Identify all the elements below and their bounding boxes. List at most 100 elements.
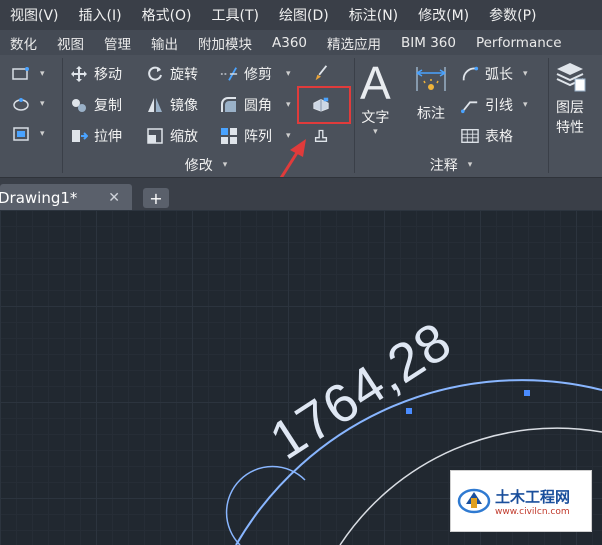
table-icon bbox=[461, 127, 479, 145]
document-tab-bar: Drawing1* ✕ + bbox=[0, 177, 602, 211]
array-icon bbox=[220, 127, 238, 145]
text-a-icon: A bbox=[360, 57, 391, 109]
dropdown-caret-icon: ▾ bbox=[286, 100, 291, 110]
copy-label: 复制 bbox=[94, 98, 122, 114]
dropdown-caret-icon: ▾ bbox=[286, 131, 291, 141]
grip-point[interactable] bbox=[524, 390, 530, 396]
annotation-panel-title: 注释 bbox=[429, 158, 458, 174]
watermark-title: 土木工程网 bbox=[495, 487, 571, 506]
scale-label: 缩放 bbox=[170, 129, 198, 145]
trim-label: 修剪 bbox=[244, 67, 272, 83]
menu-parametric[interactable]: 参数(P) bbox=[479, 5, 546, 25]
tab-featured-apps[interactable]: 精选应用 bbox=[317, 33, 391, 53]
tab-view[interactable]: 视图 bbox=[47, 33, 94, 53]
layer-label-line1: 图层 bbox=[556, 100, 584, 116]
tab-bim360[interactable]: BIM 360 bbox=[391, 35, 466, 51]
menu-view[interactable]: 视图(V) bbox=[0, 5, 69, 25]
mirror-button[interactable]: 镜像 bbox=[146, 95, 198, 115]
leader-label: 引线 bbox=[485, 98, 513, 114]
array-button[interactable]: 阵列 ▾ bbox=[220, 126, 291, 146]
rotate-icon bbox=[146, 65, 164, 83]
dropdown-caret-icon: ▾ bbox=[286, 69, 291, 79]
text-button[interactable]: A 文字 ▾ bbox=[360, 59, 391, 137]
modify-panel-footer[interactable]: 修改 ▾ bbox=[66, 154, 346, 176]
dimension-icon bbox=[414, 63, 448, 103]
panel-separator bbox=[62, 58, 63, 173]
grip-point[interactable] bbox=[406, 408, 412, 414]
menu-modify[interactable]: 修改(M) bbox=[408, 5, 479, 25]
rectangle-tool-icon bbox=[12, 65, 30, 83]
menu-bar: 视图(V) 插入(I) 格式(O) 工具(T) 绘图(D) 标注(N) 修改(M… bbox=[0, 0, 602, 31]
new-tab-button[interactable]: + bbox=[143, 188, 169, 208]
scale-button[interactable]: 缩放 bbox=[146, 126, 198, 146]
menu-insert[interactable]: 插入(I) bbox=[69, 5, 132, 25]
trim-button[interactable]: 修剪 ▾ bbox=[220, 64, 291, 84]
menu-draw[interactable]: 绘图(D) bbox=[269, 5, 339, 25]
menu-format[interactable]: 格式(O) bbox=[132, 5, 202, 25]
dropdown-caret-icon: ▾ bbox=[373, 127, 378, 137]
arc-length-button[interactable]: 弧长 ▾ bbox=[461, 64, 528, 84]
fillet-icon bbox=[220, 96, 238, 114]
menu-tools[interactable]: 工具(T) bbox=[202, 5, 269, 25]
tab-addins[interactable]: 附加模块 bbox=[188, 33, 262, 53]
region-tool-icon bbox=[12, 125, 30, 143]
stretch-label: 拉伸 bbox=[94, 129, 122, 145]
annotation-panel-footer[interactable]: 注释 ▾ bbox=[356, 154, 546, 176]
stretch-icon bbox=[70, 127, 88, 145]
offset-icon bbox=[312, 126, 330, 144]
panel-separator bbox=[354, 58, 355, 173]
tab-parametric[interactable]: 数化 bbox=[0, 33, 47, 53]
copy-icon bbox=[70, 96, 88, 114]
dropdown-caret-icon: ▾ bbox=[523, 100, 528, 110]
dimension-button[interactable]: 标注 bbox=[414, 63, 448, 123]
tab-performance[interactable]: Performance bbox=[466, 35, 572, 51]
tab-drawing1[interactable]: Drawing1* ✕ bbox=[0, 184, 132, 211]
panel-separator bbox=[548, 58, 549, 173]
arc-length-icon bbox=[461, 65, 479, 83]
highlight-box bbox=[297, 86, 351, 124]
tab-manage[interactable]: 管理 bbox=[94, 33, 141, 53]
table-label: 表格 bbox=[485, 129, 513, 145]
array-label: 阵列 bbox=[244, 129, 272, 145]
dropdown-caret-icon: ▾ bbox=[40, 129, 45, 139]
mirror-label: 镜像 bbox=[170, 98, 198, 114]
watermark-url: www.civilcn.com bbox=[495, 506, 570, 517]
text-label: 文字 bbox=[361, 110, 390, 126]
arc-length-label: 弧长 bbox=[485, 67, 513, 83]
fillet-button[interactable]: 圆角 ▾ bbox=[220, 95, 291, 115]
copy-button[interactable]: 复制 bbox=[70, 95, 122, 115]
dropdown-caret-icon: ▾ bbox=[40, 99, 45, 109]
mirror-icon bbox=[146, 96, 164, 114]
close-icon[interactable]: ✕ bbox=[108, 190, 120, 206]
move-button[interactable]: 移动 bbox=[70, 64, 122, 84]
ribbon: ▾ ▾ ▾ 移动 旋转 修剪 ▾ 复制 镜像 圆角 ▾ 拉伸 缩放 阵列 ▾ 修… bbox=[0, 55, 602, 177]
watermark-logo: 土木工程网 www.civilcn.com bbox=[450, 470, 592, 532]
layer-stack-icon bbox=[553, 59, 587, 97]
erase-button[interactable] bbox=[312, 64, 336, 82]
arc-small bbox=[225, 465, 306, 545]
civil-logo-icon bbox=[457, 488, 491, 514]
menu-dimension[interactable]: 标注(N) bbox=[339, 5, 408, 25]
draw-tool-2[interactable]: ▾ bbox=[12, 95, 45, 113]
move-label: 移动 bbox=[94, 67, 122, 83]
ribbon-tab-bar: 数化 视图 管理 输出 附加模块 A360 精选应用 BIM 360 Perfo… bbox=[0, 30, 602, 55]
draw-tool-3[interactable]: ▾ bbox=[12, 125, 45, 143]
leader-button[interactable]: 引线 ▾ bbox=[461, 95, 528, 115]
plus-icon: + bbox=[149, 188, 163, 208]
rotate-button[interactable]: 旋转 bbox=[146, 64, 198, 84]
dropdown-caret-icon: ▾ bbox=[222, 160, 228, 170]
modify-panel-title: 修改 bbox=[184, 158, 213, 174]
document-tab-label: Drawing1* bbox=[0, 188, 78, 207]
tab-a360[interactable]: A360 bbox=[262, 35, 317, 51]
brush-icon bbox=[312, 64, 330, 82]
watermark-text: 土木工程网 www.civilcn.com bbox=[495, 486, 570, 517]
tab-output[interactable]: 输出 bbox=[141, 33, 188, 53]
layer-properties-button[interactable]: 图层 特性 bbox=[553, 59, 587, 137]
dropdown-caret-icon: ▾ bbox=[467, 160, 473, 170]
offset-button[interactable] bbox=[312, 126, 336, 144]
stretch-button[interactable]: 拉伸 bbox=[70, 126, 122, 146]
draw-tool-1[interactable]: ▾ bbox=[12, 65, 45, 83]
trim-icon bbox=[220, 65, 238, 83]
fillet-label: 圆角 bbox=[244, 98, 272, 114]
table-button[interactable]: 表格 bbox=[461, 126, 513, 146]
